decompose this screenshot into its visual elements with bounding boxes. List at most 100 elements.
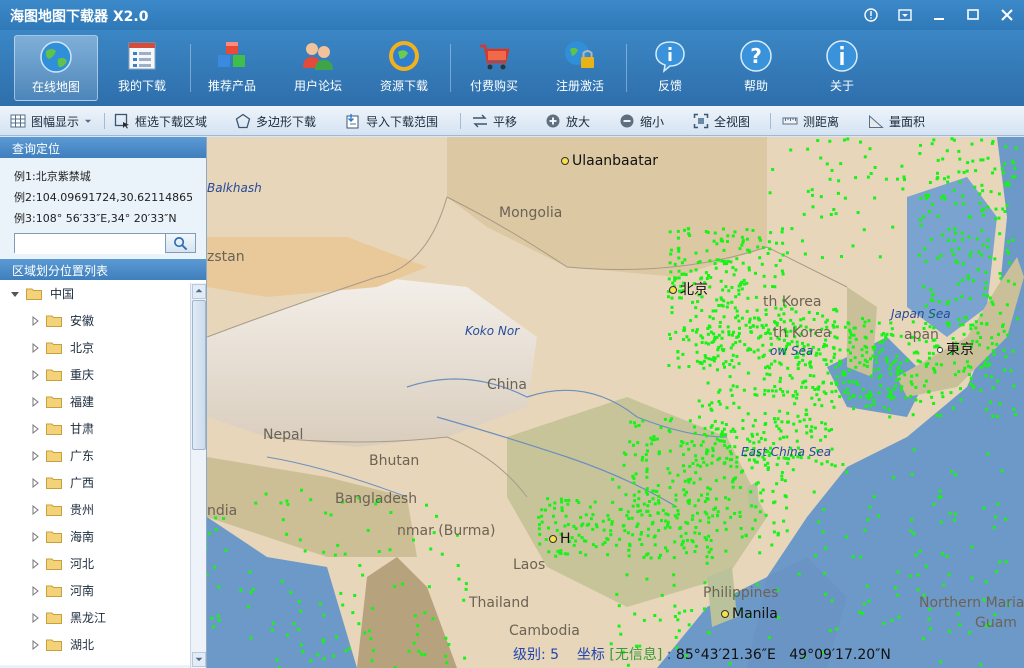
tree-node-province[interactable]: 河北 [30, 550, 94, 577]
tree-node-province[interactable]: 福建 [30, 388, 94, 415]
search-input[interactable] [15, 235, 165, 254]
scroll-down-button[interactable] [192, 652, 206, 667]
zoom-in-button[interactable]: 放大 [545, 112, 590, 130]
coord-label: 坐标 [576, 647, 605, 663]
cart-icon [480, 44, 510, 70]
folder-icon [46, 369, 62, 381]
import-range-button[interactable]: 导入下载范围 [345, 112, 438, 130]
folder-icon [46, 531, 62, 543]
expand-arrow-icon[interactable] [30, 504, 40, 515]
map-label-bangladesh: Bangladesh [335, 491, 418, 507]
maximize-icon[interactable] [956, 0, 990, 30]
tree-node-province[interactable]: 黑龙江 [30, 604, 106, 631]
full-extent-button[interactable]: 全视图 [693, 112, 750, 130]
expand-arrow-icon[interactable] [30, 450, 40, 461]
register-activate-button[interactable]: 注册激活 [538, 35, 622, 101]
zoom-out-label: 缩小 [640, 114, 665, 129]
rect-select-download-button[interactable]: 框选下载区域 [114, 112, 207, 130]
tree-node-label: 黑龙江 [70, 611, 107, 625]
tree-node-province[interactable]: 安徽 [30, 307, 94, 334]
feedback-label: 反馈 [657, 79, 682, 93]
tree-node-root[interactable]: 中国 [10, 280, 74, 307]
expand-arrow-icon[interactable] [30, 639, 40, 650]
tree-node-label: 广西 [70, 476, 95, 490]
measure-area-button[interactable]: 量面积 [868, 112, 925, 130]
full-extent-icon [693, 113, 709, 129]
close-icon[interactable] [990, 0, 1024, 30]
map-view[interactable]: Ulaanbaatar Balkhash Mongolia zstan 北京 t… [207, 137, 1024, 668]
tree-node-province[interactable]: 广东 [30, 442, 94, 469]
tree-node-label: 北京 [70, 341, 95, 355]
toolbar-divider [450, 44, 451, 92]
sheet-display-button[interactable]: 图幅显示 [10, 112, 98, 130]
polygon-download-label: 多边形下载 [256, 114, 317, 129]
query-example-2: 例2:104.09691724,30.62114865 [14, 191, 192, 204]
folder-icon [46, 342, 62, 354]
tree-node-label: 广东 [70, 449, 95, 463]
tree-node-label: 河北 [70, 557, 95, 571]
tree-node-label: 贵州 [70, 503, 95, 517]
city-marker-icon [937, 347, 943, 353]
city-marker-icon [561, 157, 569, 165]
tree-node-label: 甘肃 [70, 422, 95, 436]
expand-arrow-icon[interactable] [30, 558, 40, 569]
pan-button[interactable]: 平移 [472, 112, 517, 130]
expand-arrow-icon[interactable] [30, 423, 40, 434]
measure-distance-button[interactable]: 测距离 [782, 112, 839, 130]
help-button[interactable]: ? 帮助 [714, 35, 798, 101]
expand-arrow-icon[interactable] [30, 477, 40, 488]
query-example-1: 例1:北京紫禁城 [14, 170, 91, 183]
scroll-up-button[interactable] [192, 284, 206, 299]
about-button[interactable]: 关于 [800, 35, 884, 101]
tree-node-province[interactable]: 北京 [30, 334, 94, 361]
tree-node-province[interactable]: 贵州 [30, 496, 94, 523]
city-marker-icon [549, 535, 557, 543]
map-status-bar: 级别: 5 坐标 [无信息] : 85°43′21.36″E 49°09′17.… [513, 644, 891, 664]
map-label-tokyo: 東京 [937, 339, 974, 359]
tree-scrollbar[interactable] [190, 283, 207, 668]
region-tree: 中国 安徽北京重庆 福建甘肃广东广西贵州海南河北河南黑龙江湖北 [0, 280, 206, 665]
select-rect-icon [114, 113, 129, 129]
zoom-out-button[interactable]: 缩小 [619, 112, 664, 130]
about-label: 关于 [829, 79, 854, 93]
main-toolbar: 在线地图 我的下载 推荐产品 用户论坛 资源下载 付费购买 注册激活 反馈 ? … [0, 30, 1024, 106]
expand-arrow-icon[interactable] [30, 315, 40, 326]
expand-arrow-icon[interactable] [10, 289, 20, 299]
recommended-products-button[interactable]: 推荐产品 [190, 35, 274, 101]
query-panel: 例1:北京紫禁城 例2:104.09691724,30.62114865 例3:… [0, 158, 206, 259]
purchase-button[interactable]: 付费购买 [452, 35, 536, 101]
tree-node-province[interactable]: 重庆 [30, 361, 94, 388]
user-forum-button[interactable]: 用户论坛 [276, 35, 360, 101]
map-label-bhutan: Bhutan [369, 453, 420, 469]
expand-arrow-icon[interactable] [30, 585, 40, 596]
online-map-button[interactable]: 在线地图 [14, 35, 98, 101]
help-icon: ? [740, 40, 772, 72]
minimize-icon[interactable] [922, 0, 956, 30]
expand-arrow-icon[interactable] [30, 369, 40, 380]
expand-arrow-icon[interactable] [30, 612, 40, 623]
expand-arrow-icon[interactable] [30, 531, 40, 542]
tree-node-province[interactable]: 甘肃 [30, 415, 94, 442]
scrollbar-track[interactable] [190, 283, 206, 668]
map-label-hanoi: H [549, 531, 571, 547]
tree-node-province[interactable]: 广西 [30, 469, 94, 496]
tree-node-province[interactable]: 海南 [30, 523, 94, 550]
feedback-button[interactable]: 反馈 [628, 35, 712, 101]
app-title: 海图地图下载器 X2.0 [10, 9, 149, 25]
dropdown-icon[interactable] [888, 0, 922, 30]
map-label-yellow-sea: ow Sea [770, 344, 814, 358]
info-icon[interactable] [854, 0, 888, 30]
expand-arrow-icon[interactable] [30, 342, 40, 353]
sheet-display-label: 图幅显示 [31, 114, 80, 129]
polygon-download-button[interactable]: 多边形下载 [235, 112, 316, 130]
grid-icon [10, 114, 26, 128]
tree-node-province[interactable]: 河南 [30, 577, 94, 604]
my-downloads-button[interactable]: 我的下载 [100, 35, 184, 101]
map-canvas[interactable] [207, 137, 1024, 668]
scrollbar-thumb[interactable] [192, 300, 206, 450]
resource-download-button[interactable]: 资源下载 [362, 35, 446, 101]
search-button[interactable] [165, 234, 195, 252]
tree-node-province[interactable]: 湖北 [30, 631, 94, 658]
search-icon [174, 236, 188, 250]
expand-arrow-icon[interactable] [30, 396, 40, 407]
